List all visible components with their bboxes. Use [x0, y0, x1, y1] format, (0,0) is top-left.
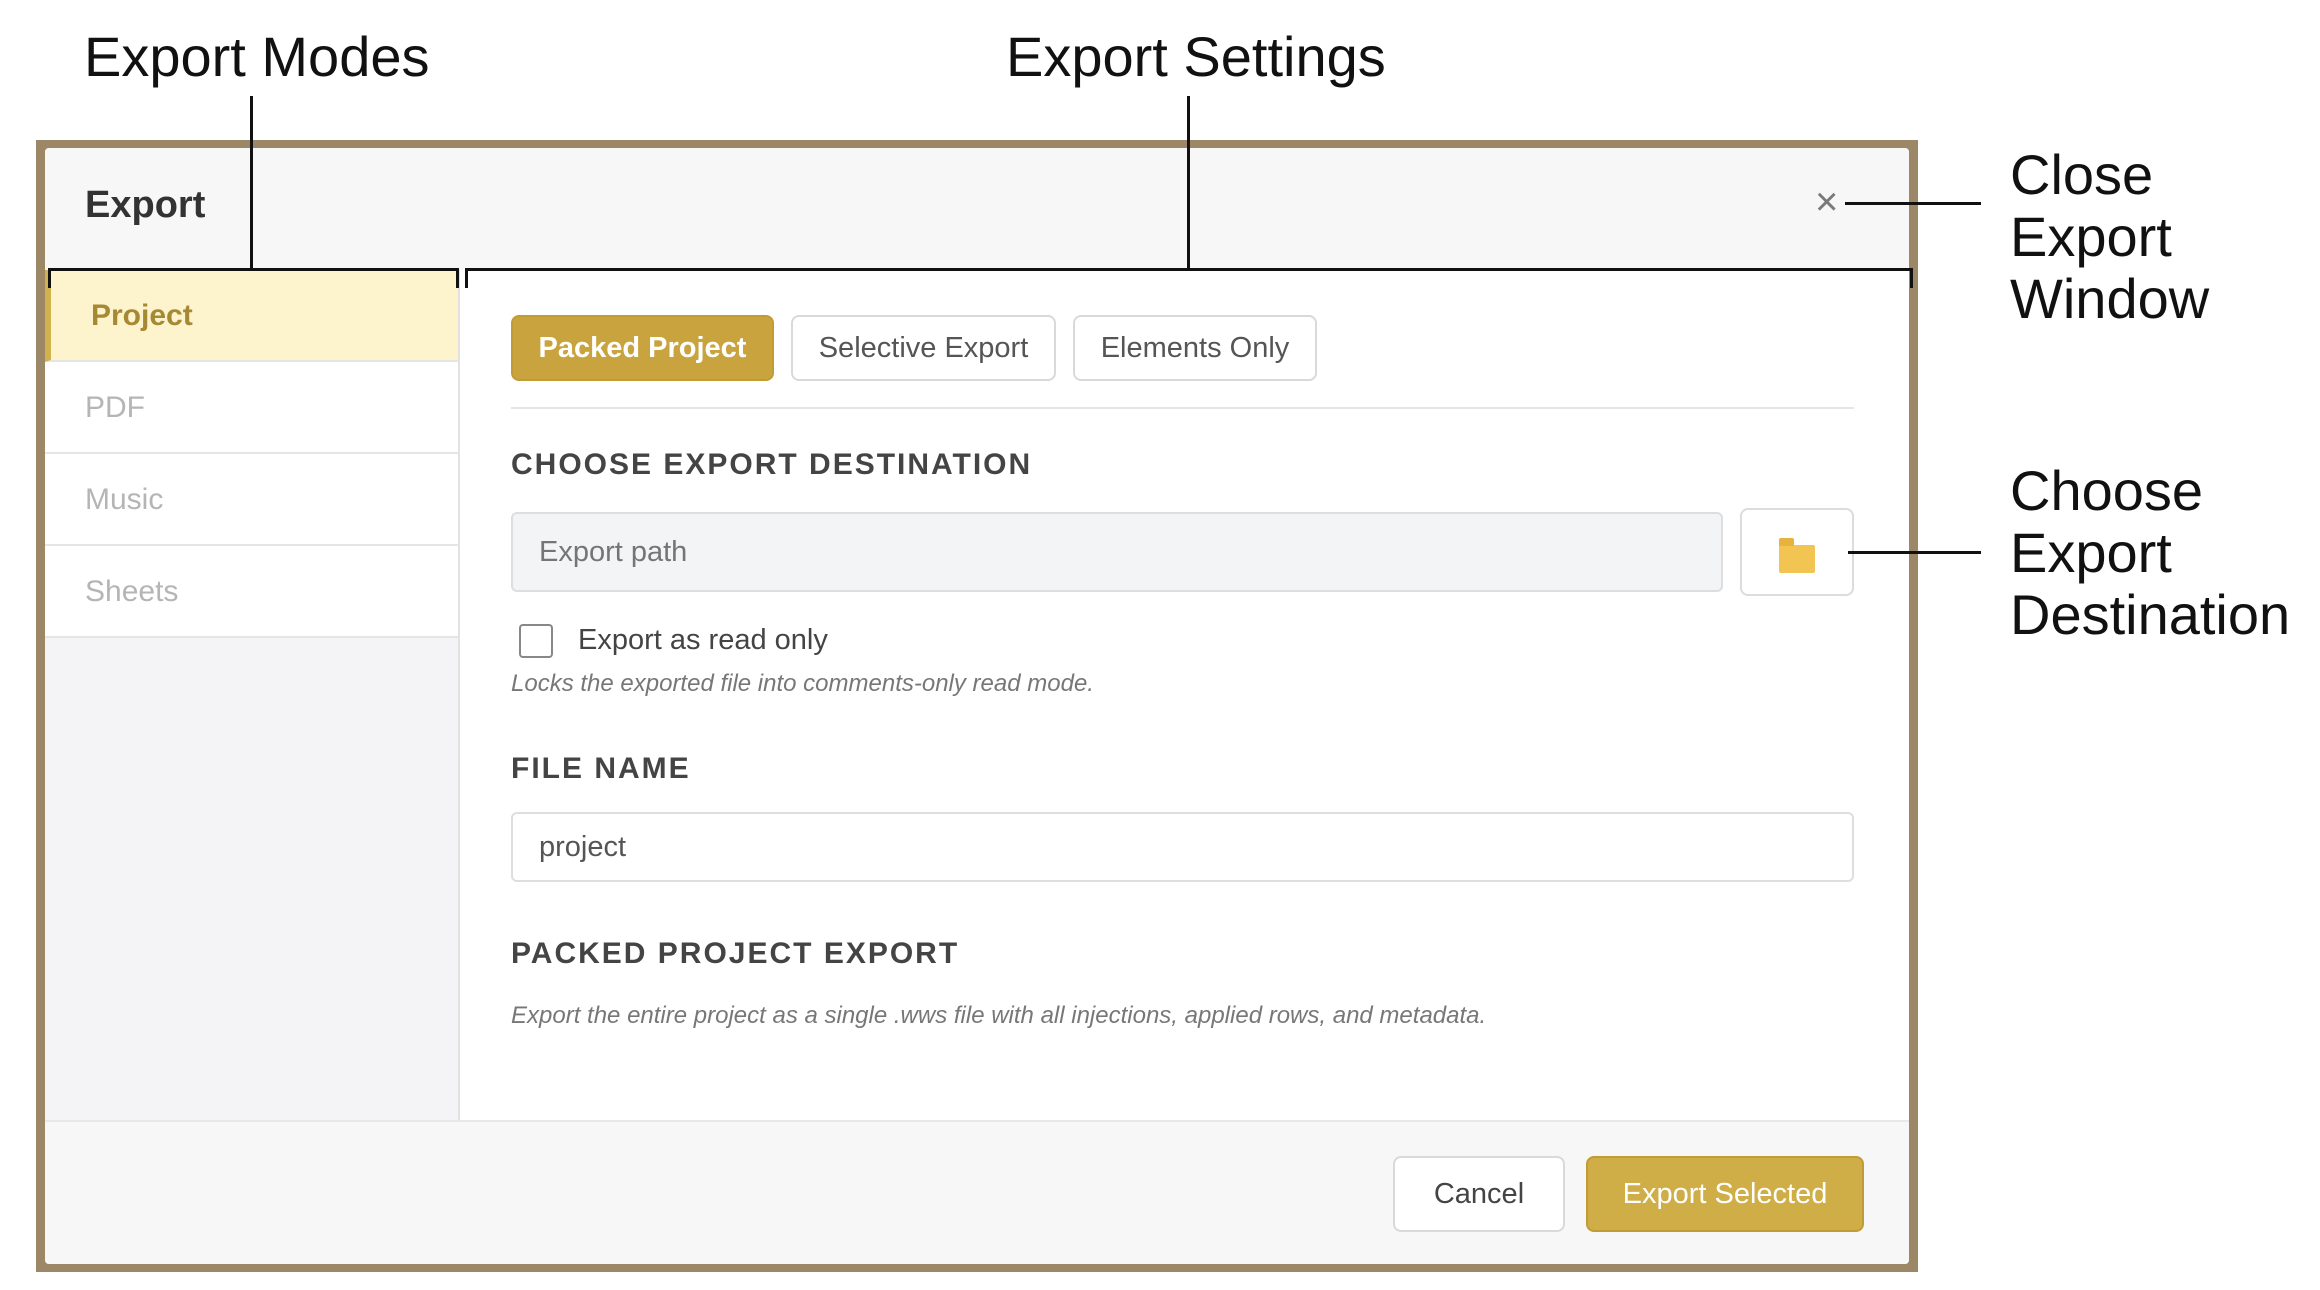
annotation-export-modes: Export Modes	[84, 25, 430, 88]
annotation-line	[1845, 202, 1981, 205]
sidebar-item-pdf[interactable]: PDF	[45, 362, 458, 454]
annotation-line	[1910, 268, 1913, 288]
read-only-hint: Locks the exported file into comments-on…	[511, 670, 1094, 697]
tabs-divider	[511, 407, 1854, 409]
tab-selective-export[interactable]: Selective Export	[791, 315, 1056, 381]
read-only-label: Export as read only	[578, 624, 828, 656]
cancel-button[interactable]: Cancel	[1393, 1156, 1565, 1232]
tab-packed-project[interactable]: Packed Project	[511, 315, 774, 381]
annotation-choose-export-destination: Choose Export Destination	[2010, 459, 2291, 646]
dialog-title: Export	[85, 184, 206, 226]
packed-project-description: Export the entire project as a single .w…	[511, 1002, 1487, 1029]
annotation-export-settings: Export Settings	[1006, 25, 1386, 88]
browse-destination-button[interactable]	[1740, 508, 1854, 596]
dialog-header: Export ×	[45, 148, 1909, 270]
annotation-line	[250, 96, 253, 268]
sidebar-item-music[interactable]: Music	[45, 454, 458, 546]
folder-icon	[1779, 538, 1815, 573]
annotation-line	[48, 268, 51, 288]
file-name-heading: FILE NAME	[511, 752, 691, 785]
sidebar-item-project[interactable]: Project	[45, 270, 458, 362]
annotation-line	[456, 268, 459, 288]
annotation-close-export-window: Close Export Window	[2010, 143, 2210, 330]
destination-heading: CHOOSE EXPORT DESTINATION	[511, 448, 1033, 481]
annotation-line	[1848, 551, 1981, 554]
dialog-footer: Cancel Export Selected	[45, 1120, 1909, 1264]
packed-project-heading: PACKED PROJECT EXPORT	[511, 937, 960, 970]
annotation-line	[1187, 96, 1190, 268]
export-path-input[interactable]	[511, 512, 1723, 592]
close-icon[interactable]: ×	[1815, 180, 1838, 225]
annotation-line	[48, 268, 458, 271]
annotation-line	[465, 268, 1913, 271]
annotation-line	[465, 268, 468, 288]
read-only-checkbox[interactable]	[519, 624, 553, 658]
tab-elements-only[interactable]: Elements Only	[1073, 315, 1317, 381]
sidebar-item-sheets[interactable]: Sheets	[45, 546, 458, 638]
file-name-input[interactable]	[511, 812, 1854, 882]
export-selected-button[interactable]: Export Selected	[1586, 1156, 1864, 1232]
export-modes-sidebar: Project PDF Music Sheets	[45, 270, 460, 1120]
